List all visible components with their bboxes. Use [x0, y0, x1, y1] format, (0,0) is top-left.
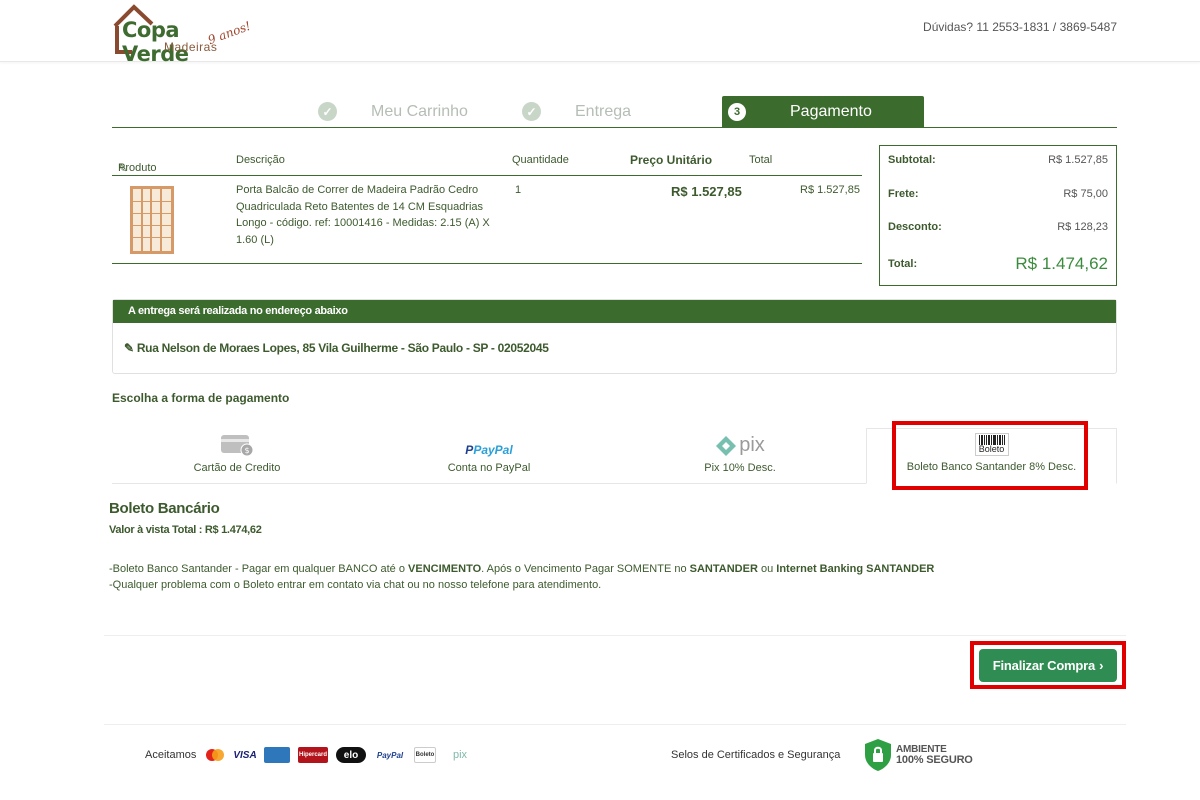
shield-lock-icon [865, 739, 891, 771]
step-payment: 3 Pagamento [722, 96, 924, 127]
order-summary: Subtotal: R$ 1.527,85 Frete: R$ 75,00 De… [879, 145, 1117, 286]
credit-card-icon: $ [221, 435, 254, 457]
boleto-small-icon: Boleto [414, 747, 436, 763]
contact-label: Dúvidas? [923, 20, 974, 34]
product-image[interactable] [130, 186, 174, 254]
boleto-note-2: -Qualquer problema com o Boleto entrar e… [109, 579, 602, 591]
col-unit-price: Preço Unitário [630, 153, 713, 167]
site-header: Copa Verde Madeiras 9 anos! Dúvidas? 11 … [0, 0, 1200, 66]
step-cart[interactable]: ✓ Meu Carrinho [318, 96, 468, 127]
product-quantity: 1 [515, 184, 522, 196]
delivery-panel: A entrega será realizada no endereço aba… [112, 299, 1117, 374]
boleto-value: Valor à vista Total : R$ 1.474,62 [109, 524, 262, 536]
summary-total: Total: R$ 1.474,62 [888, 254, 1108, 273]
selected-payment-highlight [892, 421, 1088, 490]
product-description[interactable]: Porta Balcão de Correr de Madeira Padrão… [236, 182, 496, 248]
delivery-heading: A entrega será realizada no endereço aba… [113, 300, 1116, 323]
step-label: Entrega [575, 102, 632, 120]
checkout-steps: ✓ Meu Carrinho ✓ Entrega 3 Pagamento [112, 96, 1117, 128]
check-icon: ✓ [318, 102, 337, 121]
summary-subtotal: Subtotal: R$ 1.527,85 [888, 154, 1108, 166]
payment-option-credit-card[interactable]: $ Cartão de Credito [112, 428, 362, 484]
col-total: Total [749, 154, 773, 166]
table-row: Porta Balcão de Correr de Madeira Padrão… [112, 176, 862, 264]
boleto-notes: -Boleto Banco Santander - Pagar em qualq… [109, 561, 934, 593]
payment-option-label: Cartão de Credito [193, 462, 281, 474]
hipercard-icon: Hipercard [298, 747, 328, 763]
payment-option-pix[interactable]: pix Pix 10% Desc. [615, 428, 865, 484]
contact-phones[interactable]: 11 2553-1831 / 3869-5487 [976, 20, 1117, 34]
col-quantity: Quantidade [512, 154, 569, 166]
secure-seal[interactable]: AMBIENTE 100% SEGURO [864, 738, 973, 772]
payment-option-label: Conta no PayPal [447, 462, 531, 474]
step-number: 3 [728, 102, 746, 121]
delivery-address[interactable]: ✎ Rua Nelson de Moraes Lopes, 85 Vila Gu… [124, 341, 549, 355]
edit-icon[interactable]: ✎ [124, 341, 134, 355]
check-icon: ✓ [522, 102, 541, 121]
elo-icon: elo [336, 747, 366, 763]
amex-icon [264, 747, 290, 763]
step-label: Pagamento [790, 102, 872, 120]
divider [104, 635, 1126, 636]
pix-icon: pix [715, 434, 765, 457]
pix-diamond-icon [716, 435, 737, 456]
payment-option-paypal[interactable]: PPayPal Conta no PayPal [364, 428, 614, 484]
edit-icon[interactable]: ✎ [118, 162, 127, 175]
product-unit-price: R$ 1.527,85 [671, 184, 742, 199]
product-total: R$ 1.527,85 [800, 184, 860, 196]
summary-shipping: Frete: R$ 75,00 [888, 188, 1108, 200]
col-description: Descrição [236, 154, 285, 166]
paypal-icon: PPayPal [465, 443, 513, 457]
paypal-small-icon: PayPal [376, 750, 404, 760]
accepted-brands: VISA Hipercard elo PayPal Boleto pix [204, 747, 476, 763]
summary-discount: Desconto: R$ 128,23 [888, 221, 1108, 233]
boleto-title: Boleto Bancário [109, 500, 220, 517]
seals-label: Selos de Certificados e Segurança [671, 749, 841, 761]
site-logo[interactable]: Copa Verde Madeiras 9 anos! [112, 2, 253, 66]
finalize-button-highlight [970, 641, 1126, 689]
step-label: Meu Carrinho [371, 102, 468, 120]
mastercard-icon [204, 747, 226, 763]
cart-header-row: Produto ✎ Descrição Quantidade Preço Uni… [112, 146, 862, 176]
payment-title: Escolha a forma de pagamento [112, 391, 290, 405]
pix-small-icon: pix [452, 749, 468, 761]
svg-text:$: $ [244, 446, 249, 455]
step-delivery[interactable]: ✓ Entrega [522, 96, 631, 127]
cart-table: Produto ✎ Descrição Quantidade Preço Uni… [112, 146, 862, 264]
divider [104, 724, 1126, 725]
payment-option-label: Pix 10% Desc. [704, 462, 776, 474]
visa-icon: VISA [233, 749, 257, 761]
accepted-label: Aceitamos [145, 749, 197, 761]
boleto-note-1: -Boleto Banco Santander - Pagar em qualq… [109, 563, 935, 575]
contact-info: Dúvidas? 11 2553-1831 / 3869-5487 [923, 20, 1117, 34]
